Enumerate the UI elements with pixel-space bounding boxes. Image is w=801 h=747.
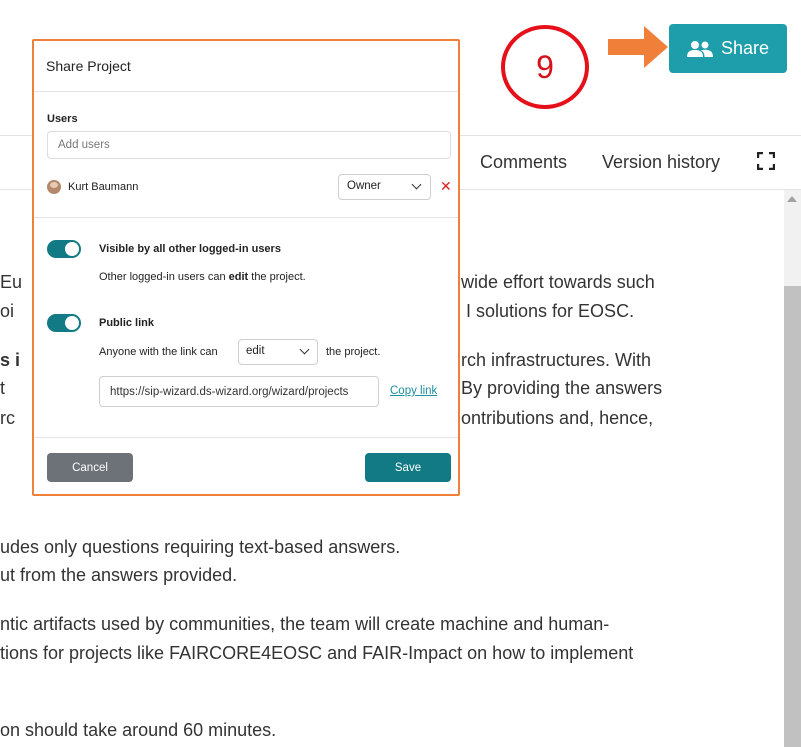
chevron-down-icon — [411, 179, 422, 190]
tab-comments[interactable]: Comments — [480, 152, 567, 173]
public-link-title: Public link — [99, 317, 155, 329]
content-text: udes only questions requiring text-based… — [0, 537, 401, 557]
save-button[interactable]: Save — [365, 453, 451, 482]
users-icon — [686, 40, 713, 57]
content-text: ntic artifacts used by communities, the … — [0, 614, 610, 634]
arrow-annotation-icon — [608, 26, 668, 68]
scrollbar-thumb[interactable] — [784, 286, 801, 747]
users-label: Users — [47, 113, 78, 125]
content-text: ut from the answers provided. — [0, 565, 238, 585]
copy-link[interactable]: Copy link — [390, 385, 437, 397]
cancel-button[interactable]: Cancel — [47, 453, 133, 482]
content-text: tions for projects like FAIRCORE4EOSC an… — [0, 643, 634, 663]
content-text: s i — [0, 350, 21, 370]
content-text: ontributions and, hence, — [461, 408, 654, 428]
content-text: on should take around 60 minutes. — [0, 720, 277, 740]
dialog-title: Share Project — [46, 58, 131, 74]
content-text: t — [0, 378, 6, 398]
vertical-scrollbar[interactable] — [784, 190, 801, 747]
remove-user-icon[interactable]: ✕ — [440, 178, 452, 195]
public-permission-select[interactable]: edit — [238, 339, 318, 365]
top-bar — [0, 0, 801, 18]
visible-users-title: Visible by all other logged-in users — [99, 243, 281, 255]
visible-desc-post: the project. — [248, 271, 306, 283]
content-text: oi — [0, 301, 15, 321]
content-text: rc — [0, 408, 15, 428]
public-permission-value: edit — [246, 345, 265, 357]
visible-users-description: Other logged-in users can edit the proje… — [99, 271, 306, 283]
visible-users-toggle[interactable] — [47, 240, 81, 258]
chevron-down-icon — [299, 344, 310, 355]
divider — [34, 217, 458, 218]
divider — [34, 437, 458, 438]
content-text: rch infrastructures. With — [461, 350, 652, 370]
user-name: Kurt Baumann — [68, 181, 139, 193]
public-link-text-pre: Anyone with the link can — [99, 346, 218, 358]
scroll-up-icon[interactable] — [787, 196, 797, 202]
avatar — [47, 180, 61, 194]
public-link-toggle[interactable] — [47, 314, 81, 332]
tab-version-history[interactable]: Version history — [602, 152, 720, 173]
user-role-value: Owner — [347, 180, 381, 192]
content-text: By providing the answers — [461, 378, 663, 398]
user-role-select[interactable]: Owner — [338, 174, 431, 200]
visible-desc-pre: Other logged-in users can — [99, 271, 229, 283]
content-text: I solutions for EOSC. — [466, 301, 635, 321]
share-button-label: Share — [720, 38, 770, 58]
share-button[interactable]: Share — [669, 24, 787, 73]
step-number-annotation: 9 — [501, 25, 589, 109]
add-users-input[interactable] — [47, 131, 451, 159]
public-link-field[interactable] — [99, 376, 379, 407]
content-text: Eu — [0, 272, 23, 292]
visible-desc-bold: edit — [228, 271, 249, 283]
fullscreen-icon[interactable] — [757, 152, 775, 170]
public-link-text-post: the project. — [326, 346, 381, 358]
content-text: wide effort towards such — [461, 272, 655, 292]
share-project-dialog: Share Project Users Kurt Baumann Owner ✕… — [32, 39, 460, 496]
dialog-header: Share Project — [34, 41, 458, 92]
step-number: 9 — [536, 48, 554, 85]
